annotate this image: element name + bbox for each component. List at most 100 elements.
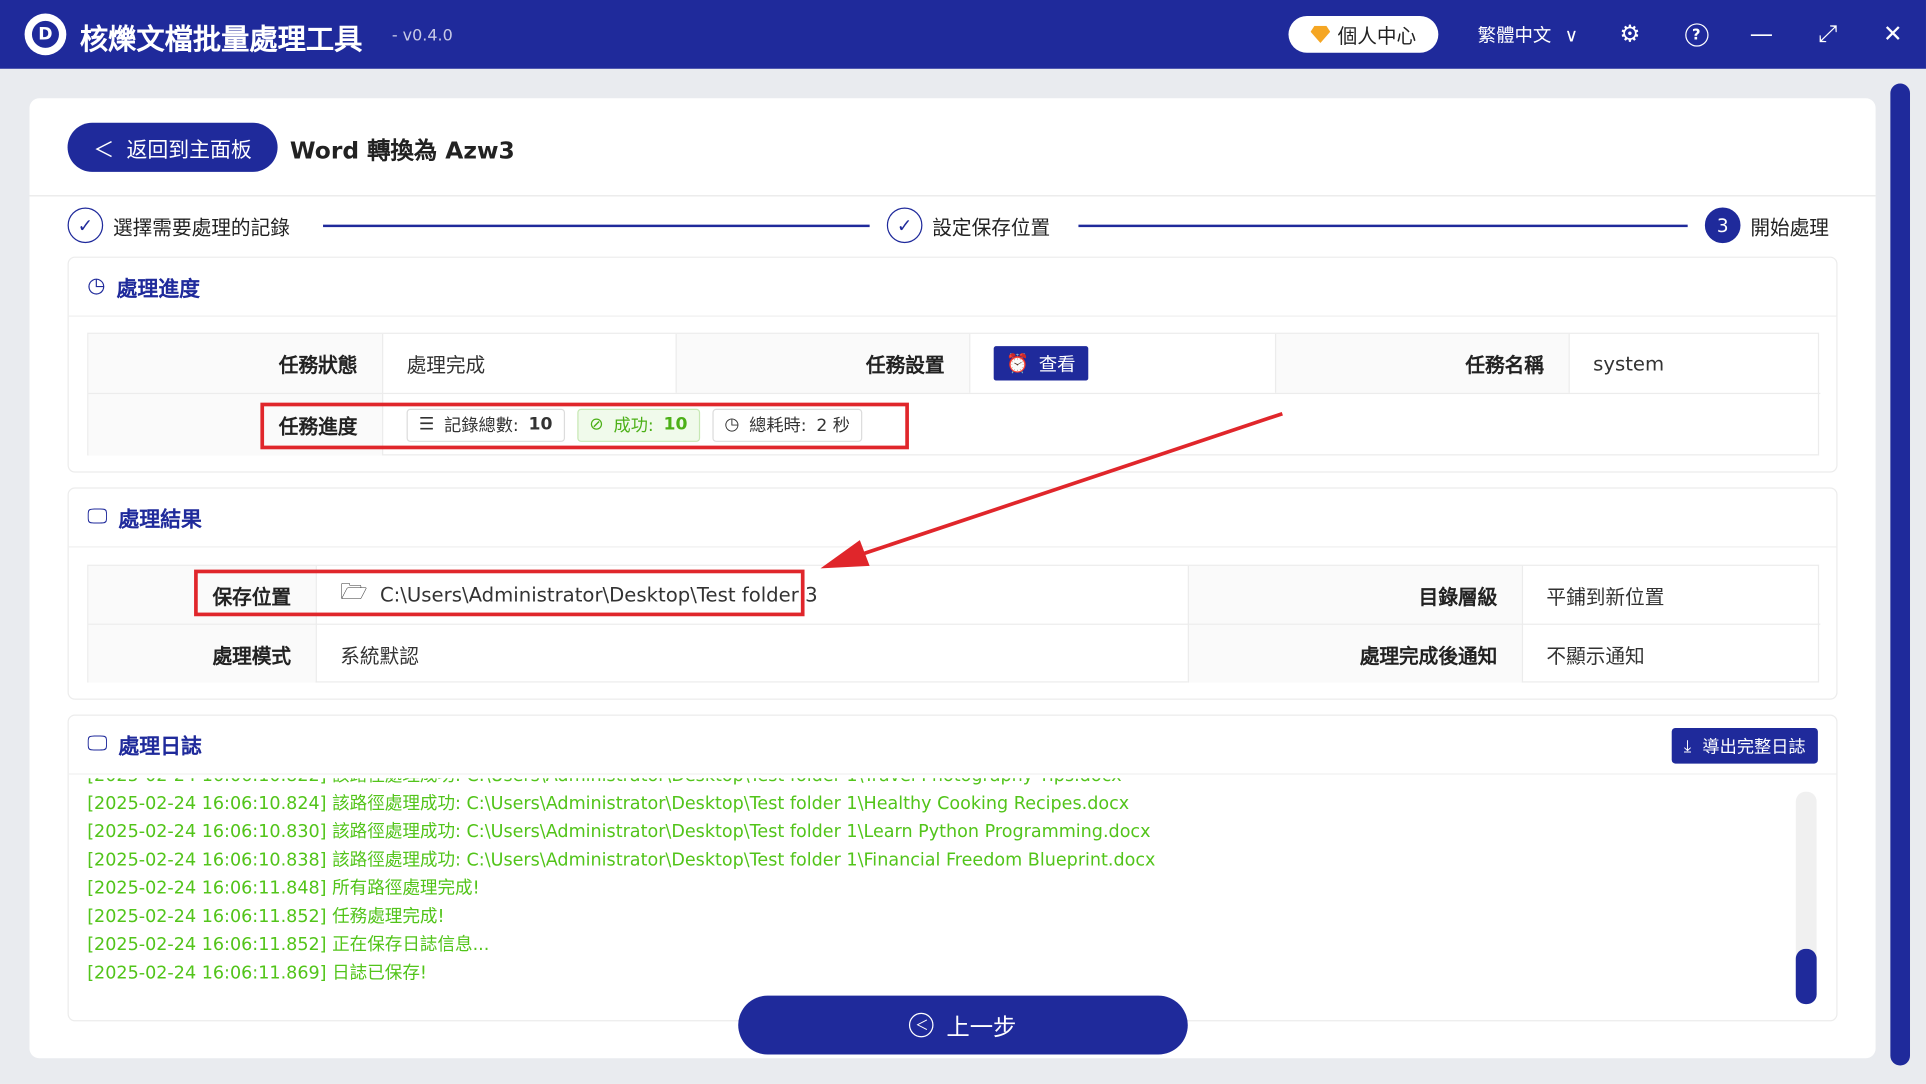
task-name-value: system: [1593, 351, 1665, 376]
log-line: [2025-02-24 16:06:10.838] 該路徑處理成功: C:\Us…: [87, 850, 1156, 871]
previous-step-label: 上一步: [946, 1013, 1017, 1041]
dir-level-value: 平鋪到新位置: [1546, 584, 1665, 609]
back-to-dashboard-button[interactable]: ＜ 返回到主面板: [67, 122, 278, 172]
chevron-down-icon: ∨: [1564, 24, 1579, 47]
app-title: 核爍文檔批量處理工具: [79, 24, 363, 57]
check-icon: ✓: [886, 207, 923, 244]
log-line: [2025-02-24 16:06:10.822] 該路徑處理成功: C:\Us…: [87, 778, 1770, 790]
view-button-label: 查看: [1038, 352, 1076, 376]
notify-label: 處理完成後通知: [1187, 624, 1522, 683]
user-center-button[interactable]: 個人中心: [1288, 15, 1439, 53]
title-bar: D 核爍文檔批量處理工具 - v0.4.0 個人中心 繁體中文 ∨ ⚙ ? — …: [0, 0, 1926, 69]
logo-letter: D: [31, 20, 59, 48]
log-line: [2025-02-24 16:06:11.848] 所有路徑處理完成!: [87, 878, 480, 899]
log-line: [2025-02-24 16:06:11.852] 任務處理完成!: [87, 907, 445, 927]
app-logo: D: [24, 13, 67, 56]
user-center-label: 個人中心: [1337, 24, 1417, 48]
progress-card-header: ◷ 處理進度: [68, 258, 1837, 317]
check-icon: ✓: [67, 207, 104, 244]
progress-card: ◷ 處理進度 任務狀態 處理完成 任務設置 ⏰ 查看 任務名稱 system 任…: [67, 256, 1838, 473]
step-connector: [323, 224, 870, 228]
folder-open-icon: 🗁: [340, 578, 368, 605]
help-icon[interactable]: ?: [1679, 17, 1713, 51]
alarm-icon: ⏰: [1005, 352, 1029, 375]
elapsed-label: 總耗時:: [749, 416, 807, 436]
back-button-label: 返回到主面板: [126, 138, 252, 163]
dir-level-label: 目錄層級: [1187, 565, 1522, 624]
previous-step-button[interactable]: ＜ 上一步: [738, 995, 1188, 1055]
col-divider: [969, 333, 971, 393]
col-divider: [1187, 565, 1189, 683]
task-name-label: 任務名稱: [1274, 333, 1569, 393]
page-title: Word 轉換為 Azw3: [289, 137, 515, 165]
language-label: 繁體中文: [1477, 24, 1552, 47]
main-scrollbar-thumb[interactable]: [1890, 83, 1911, 1066]
success-label: 成功:: [613, 416, 654, 436]
col-divider: [1274, 333, 1277, 393]
main-scrollbar[interactable]: [1890, 83, 1911, 1066]
log-line: [2025-02-24 16:06:11.869] 日誌已保存!: [87, 963, 427, 984]
step-start-processing: 3 開始處理: [1704, 207, 1829, 244]
records-count: 10: [528, 414, 553, 435]
download-icon: ⤓: [1683, 735, 1692, 756]
clock-icon: ◷: [87, 273, 106, 299]
result-title: 處理結果: [118, 508, 202, 533]
log-scrollbar[interactable]: [1795, 791, 1817, 1005]
log-card-header: 🖵 處理日誌 ⤓ 導出完整日誌: [68, 716, 1837, 775]
result-card-header: 🖵 處理結果: [68, 489, 1837, 548]
col-divider: [1521, 565, 1524, 683]
log-line: [2025-02-24 16:06:10.830] 該路徑處理成功: C:\Us…: [87, 822, 1151, 843]
help-icon-glyph: ?: [1684, 22, 1708, 47]
export-label: 導出完整日誌: [1702, 737, 1806, 757]
chevron-left-icon: ＜: [909, 1012, 935, 1038]
step-select-records: ✓ 選擇需要處理的記錄: [67, 207, 290, 244]
log-line: [2025-02-24 16:06:10.824] 該路徑處理成功: C:\Us…: [87, 794, 1130, 814]
step-label: 設定保存位置: [932, 215, 1051, 239]
task-status-label: 任務狀態: [88, 333, 383, 393]
task-settings-label: 任務設置: [675, 333, 970, 393]
app-version: - v0.4.0: [391, 27, 453, 46]
header-divider: [29, 195, 1876, 197]
records-label: 記錄總數:: [444, 416, 519, 436]
step-label: 開始處理: [1750, 215, 1829, 239]
minimize-icon[interactable]: —: [1744, 17, 1778, 51]
log-line: [2025-02-24 16:06:11.852] 正在保存日誌信息...: [87, 935, 490, 956]
progress-title: 處理進度: [116, 277, 201, 302]
result-table: 保存位置 🗁 C:\Users\Administrator\Desktop\Te…: [87, 564, 1821, 683]
step-save-location: ✓ 設定保存位置: [886, 207, 1051, 244]
save-location-label: 保存位置: [88, 565, 316, 624]
log-scrollbar-thumb[interactable]: [1795, 948, 1817, 1005]
process-mode-label: 處理模式: [88, 624, 316, 683]
progress-table: 任務狀態 處理完成 任務設置 ⏰ 查看 任務名稱 system 任務進度 ☰ 記…: [87, 332, 1821, 456]
close-icon[interactable]: ✕: [1876, 17, 1910, 51]
step-number-badge: 3: [1704, 207, 1741, 244]
col-divider: [675, 333, 677, 393]
result-card: 🖵 處理結果 保存位置 🗁 C:\Users\Administrator\Des…: [67, 487, 1838, 700]
process-mode-value: 系統默認: [340, 643, 419, 668]
task-status-value: 處理完成: [406, 353, 486, 377]
list-icon: ☰: [418, 414, 435, 435]
records-total-tag: ☰ 記錄總數: 10: [406, 408, 565, 442]
task-progress-label: 任務進度: [88, 394, 383, 456]
step-label: 選擇需要處理的記錄: [113, 215, 290, 239]
check-circle-icon: ⊘: [589, 414, 604, 435]
app-window: D 核爍文檔批量處理工具 - v0.4.0 個人中心 繁體中文 ∨ ⚙ ? — …: [0, 0, 1926, 1084]
row-divider: [88, 392, 1821, 395]
success-tag: ⊘ 成功: 10: [577, 408, 700, 442]
clock-icon: ◷: [724, 414, 740, 435]
elapsed-time-tag: ◷ 總耗時: 2 秒: [712, 408, 863, 442]
log-list: [2025-02-24 16:06:10.822] 該路徑處理成功: C:\Us…: [87, 778, 1770, 1005]
language-select[interactable]: 繁體中文 ∨: [1478, 22, 1578, 48]
col-divider: [382, 333, 384, 456]
maximize-icon[interactable]: ⤢: [1811, 17, 1845, 51]
view-settings-button[interactable]: ⏰ 查看: [993, 346, 1088, 381]
export-log-button[interactable]: ⤓ 導出完整日誌: [1671, 727, 1818, 764]
step-connector: [1078, 224, 1688, 228]
elapsed-value: 2 秒: [816, 416, 850, 436]
gear-icon[interactable]: ⚙: [1613, 17, 1647, 51]
row-divider: [88, 623, 1821, 625]
save-path: C:\Users\Administrator\Desktop\Test fold…: [379, 583, 818, 607]
save-location-value[interactable]: 🗁 C:\Users\Administrator\Desktop\Test fo…: [316, 566, 1188, 624]
task-settings-value: ⏰ 查看: [969, 334, 1275, 393]
monitor-icon: 🖵: [87, 504, 108, 530]
